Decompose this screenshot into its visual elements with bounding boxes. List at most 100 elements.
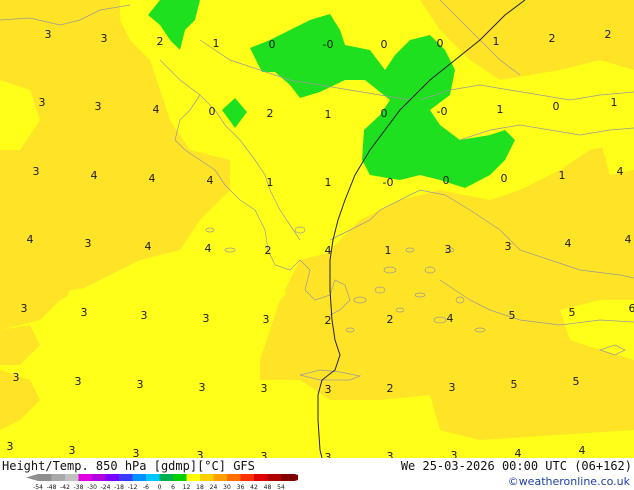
legend-color-segment (227, 474, 241, 481)
map-canvas: 3 3 2 1 0 -0 0 0 1 2 2 3 3 4 0 2 1 0 -0 1 0 1 3 4 4 4 1 1 -0 0 0 1 4 4 3 4 4… (0, 0, 634, 458)
temperature-label: 1 (213, 37, 220, 50)
legend-color-segment (213, 474, 228, 481)
forecast-datetime: We 25-03-2026 00:00 UTC (06+162) (400, 459, 632, 473)
temperature-label: 1 (493, 35, 500, 48)
temperature-label: 3 (261, 450, 268, 458)
legend-color-segment (281, 474, 295, 481)
legend-tick-label: -48 (47, 484, 57, 490)
legend-tick-label: -6 (143, 484, 149, 490)
temperature-label: 3 (85, 237, 92, 250)
temperature-label: 0 (501, 172, 508, 185)
temperature-label: 2 (325, 314, 332, 327)
legend-color-segment (240, 474, 255, 481)
legend-color-segment (92, 474, 106, 481)
legend-tick-label: -24 (101, 484, 111, 490)
legend-tick-labels: -54 -48 -42 -38 -30 -24 -18 -12 -6 0 6 12 18 24 30 36 42… (33, 484, 285, 490)
legend-tick-label: -18 (114, 484, 124, 490)
temperature-label: 3 (141, 309, 148, 322)
temperature-label: 0 (437, 37, 444, 50)
temperature-label: 4 (625, 233, 632, 246)
temperature-label: 5 (573, 375, 580, 388)
temperature-label: 3 (137, 378, 144, 391)
legend-tick-label: 0 (158, 484, 162, 490)
temperature-label: 0 (443, 174, 450, 187)
legend-tick-label: -12 (128, 484, 138, 490)
credit-link[interactable]: ©weatheronline.co.uk (508, 475, 630, 489)
temperature-label: 4 (565, 237, 572, 250)
temperature-label: 3 (81, 306, 88, 319)
temperature-label: 2 (387, 382, 394, 395)
weather-map: 3 3 2 1 0 -0 0 0 1 2 2 3 3 4 0 2 1 0 -0 1 0 1 3 4 4 4 1 1 -0 0 0 1 4 4 3 4 4… (0, 0, 634, 458)
temperature-label: 0 (209, 105, 216, 118)
map-footer: Height/Temp. 850 hPa [gdmp][°C] GFS We 2… (0, 458, 634, 490)
temperature-label: 2 (605, 28, 612, 41)
temperature-label: 5 (569, 306, 576, 319)
legend-color-segment (200, 474, 214, 481)
temperature-label: 4 (515, 447, 522, 458)
temperature-label: 1 (611, 96, 618, 109)
temperature-label: 4 (145, 240, 152, 253)
temperature-label: 0 (269, 38, 276, 51)
legend-color-segment (38, 474, 52, 481)
temperature-label: 3 (449, 381, 456, 394)
legend-tick-label: 36 (237, 484, 245, 490)
legend-color-segment (51, 474, 66, 481)
legend-tick-label: 18 (196, 484, 204, 490)
temperature-label: 4 (91, 169, 98, 182)
temperature-label: 3 (75, 375, 82, 388)
legend-tick-label: 12 (183, 484, 191, 490)
legend-tick-label: 42 (250, 484, 258, 490)
legend-color-segment (105, 474, 120, 481)
legend-tick-label: -42 (60, 484, 70, 490)
temperature-label: 3 (197, 449, 204, 458)
temperature-label: 0 (381, 107, 388, 120)
temperature-label: -0 (383, 176, 394, 189)
temperature-label: 3 (451, 449, 458, 458)
legend-tick-label: 54 (277, 484, 285, 490)
temperature-label: 2 (387, 313, 394, 326)
temperature-label: 3 (505, 240, 512, 253)
temperature-label: 2 (265, 244, 272, 257)
temperature-label: 1 (325, 108, 332, 121)
color-scale-legend: -54 -48 -42 -38 -30 -24 -18 -12 -6 0 6 12 18 24 30 36 42… (26, 474, 298, 490)
temperature-label: 0 (381, 38, 388, 51)
legend-tick-label: -38 (74, 484, 84, 490)
temperature-label: 4 (579, 444, 586, 457)
legend-arrow-right (294, 474, 298, 481)
temperature-label: 3 (39, 96, 46, 109)
legend-color-segment (146, 474, 160, 481)
temperature-label: 3 (7, 440, 14, 453)
legend-tick-label: -54 (33, 484, 43, 490)
legend-color-segment (132, 474, 147, 481)
temperature-label: 5 (511, 378, 518, 391)
legend-color-segment (119, 474, 133, 481)
temperature-label: 3 (387, 450, 394, 458)
legend-color-segment (186, 474, 201, 481)
temperature-label: 1 (385, 244, 392, 257)
temperature-label: 2 (267, 107, 274, 120)
legend-color-segment (254, 474, 268, 481)
temperature-label: 3 (69, 444, 76, 457)
legend-color-bars (26, 474, 298, 481)
temperature-label: 3 (261, 382, 268, 395)
temperature-label: 3 (325, 451, 332, 458)
temperature-label: 1 (497, 103, 504, 116)
legend-color-segment (173, 474, 187, 481)
legend-tick-label: 48 (264, 484, 272, 490)
temperature-label: 4 (153, 103, 160, 116)
temperature-label: 3 (263, 313, 270, 326)
temperature-label: 3 (133, 447, 140, 458)
temperature-label: 2 (157, 35, 164, 48)
temperature-label: 0 (553, 100, 560, 113)
temperature-label: -0 (323, 38, 334, 51)
temperature-label: 4 (149, 172, 156, 185)
temperature-label: 3 (101, 32, 108, 45)
temperature-label: 3 (445, 243, 452, 256)
legend-tick-label: 30 (223, 484, 231, 490)
temperature-label: 3 (13, 371, 20, 384)
temperature-label: 3 (45, 28, 52, 41)
temperature-label: 6 (629, 302, 634, 315)
temperature-label: 3 (33, 165, 40, 178)
legend-tick-label: 24 (210, 484, 218, 490)
temperature-label: 3 (199, 381, 206, 394)
